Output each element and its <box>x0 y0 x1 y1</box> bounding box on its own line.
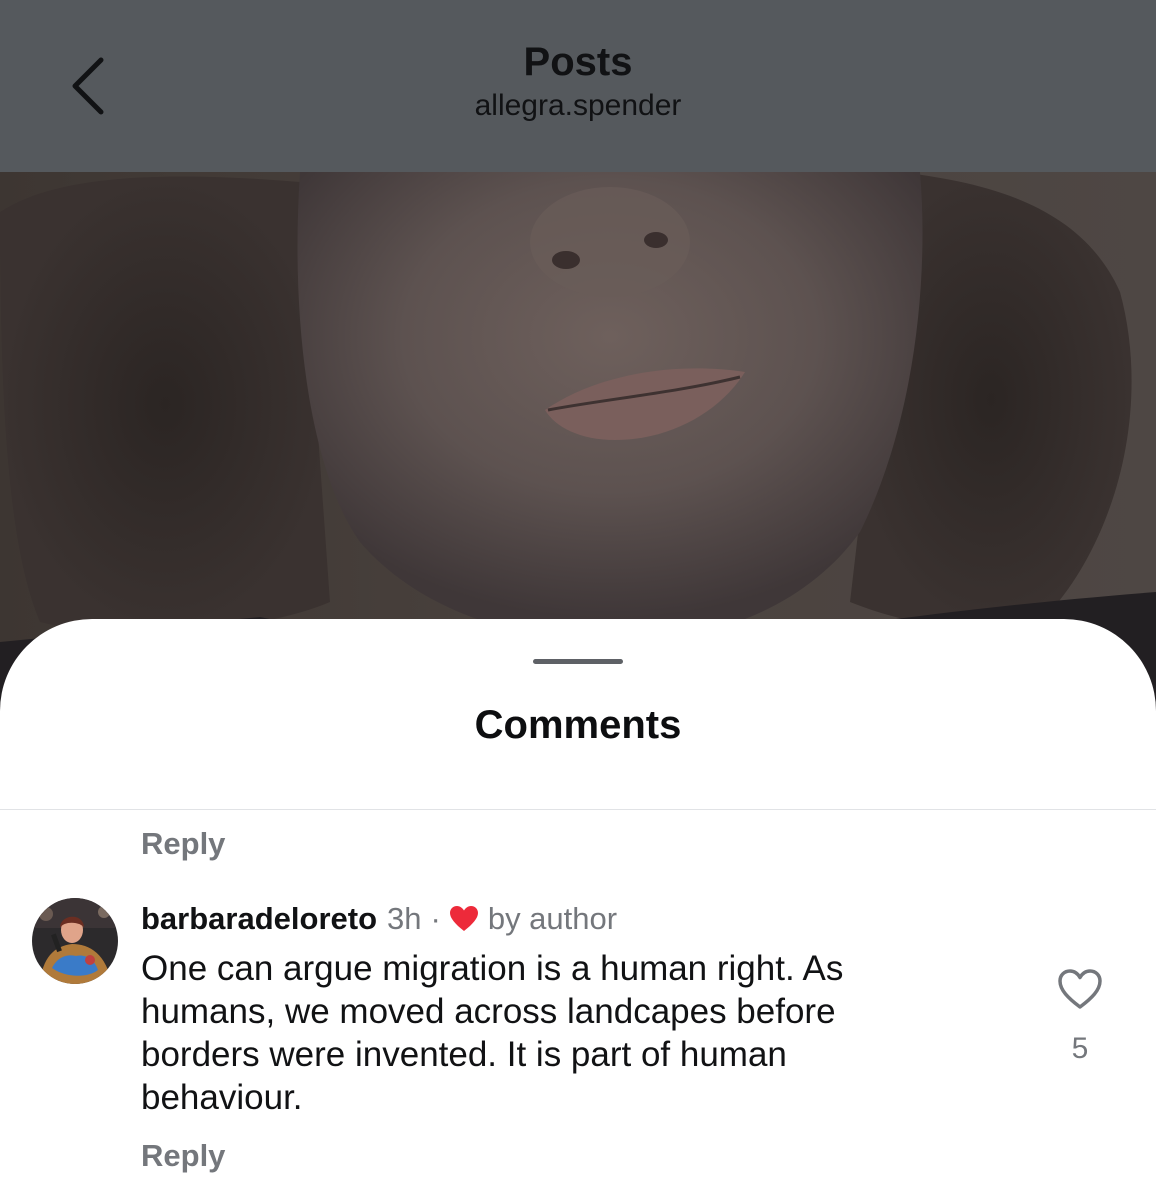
sheet-drag-handle[interactable] <box>533 659 623 664</box>
comment-meta: barbaradeloreto 3h · by author <box>141 899 617 939</box>
account-username[interactable]: allegra.spender <box>0 86 1156 126</box>
like-count: 5 <box>1071 1032 1089 1065</box>
comments-title: Comments <box>474 703 682 747</box>
heart-filled-icon <box>449 905 479 933</box>
divider <box>0 809 1156 810</box>
header-title-block: Posts allegra.spender <box>0 38 1156 126</box>
reply-button[interactable]: Reply <box>141 824 225 864</box>
comment-timestamp: 3h <box>387 901 422 936</box>
reply-button[interactable]: Reply <box>141 1136 225 1176</box>
avatar-image <box>32 898 118 984</box>
page-title: Posts <box>523 40 633 84</box>
meta-separator: · <box>430 901 441 936</box>
navigation-header: Posts allegra.spender <box>0 0 1156 172</box>
comment-text: One can argue migration is a human right… <box>141 949 844 1117</box>
like-button[interactable] <box>1056 966 1104 1012</box>
heart-outline-icon <box>1058 969 1102 1009</box>
comment-item: barbaradeloreto 3h · by author One can a… <box>0 897 1156 1127</box>
comments-sheet: Comments Reply barbaradeloreto 3h · by a… <box>0 619 1156 1200</box>
liked-by-author-label: by author <box>487 901 618 936</box>
comment-username[interactable]: barbaradeloreto <box>141 899 377 939</box>
avatar[interactable] <box>32 898 118 984</box>
